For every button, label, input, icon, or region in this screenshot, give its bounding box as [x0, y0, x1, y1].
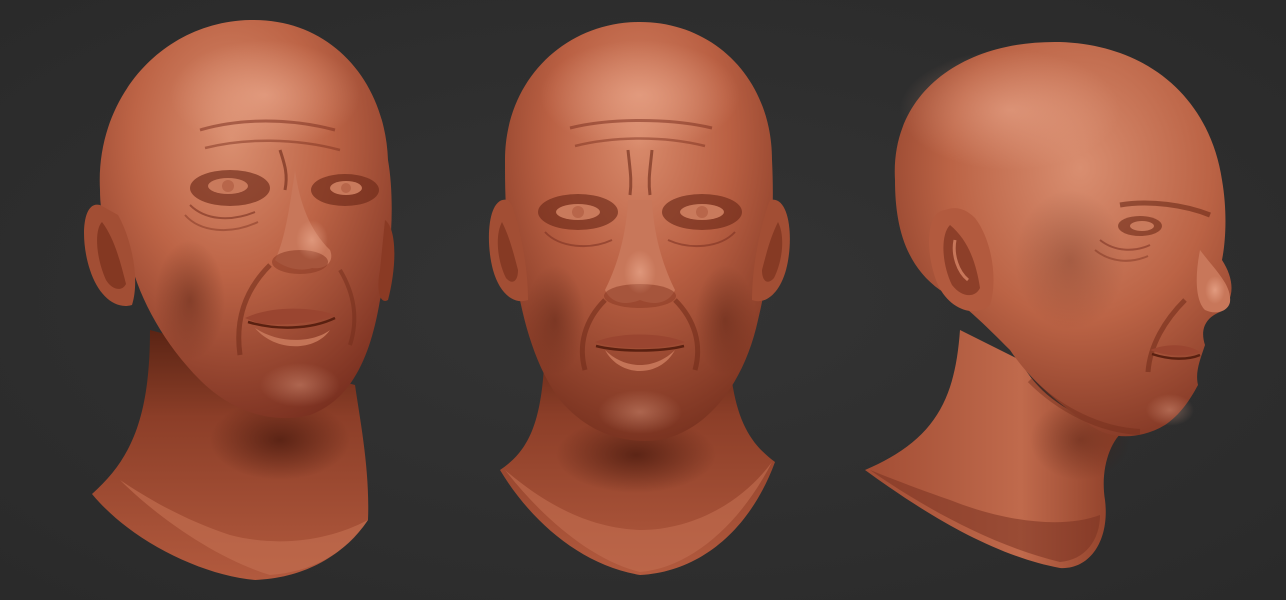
- head-three-quarter-view: [84, 19, 395, 580]
- sculpt-render-canvas: [0, 0, 1286, 600]
- heads-illustration: [0, 0, 1286, 600]
- head-front-view: [488, 22, 790, 575]
